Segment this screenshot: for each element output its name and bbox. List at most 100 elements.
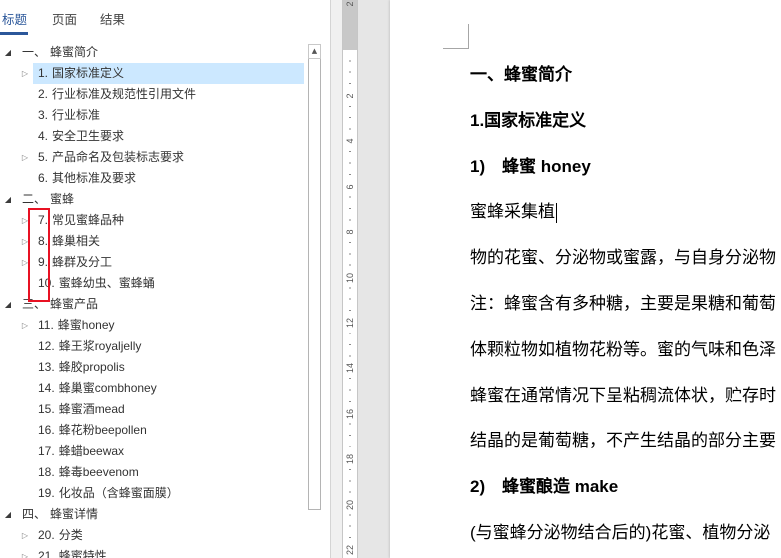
collapsed-triangle-icon[interactable]: ▷	[20, 315, 30, 336]
document-heading: 1.国家标准定义	[470, 98, 781, 144]
expanded-triangle-icon[interactable]: ◢	[3, 294, 13, 315]
ruler-number: 14	[345, 361, 355, 376]
pane-splitter[interactable]	[331, 0, 342, 558]
expanded-triangle-icon[interactable]: ◢	[3, 189, 13, 210]
heading-tree-item[interactable]: 6. 其他标准及要求	[0, 168, 304, 189]
document-page[interactable]: 一、蜂蜜简介 1.国家标准定义 1) 蜂蜜 honey 蜜蜂采集植 物的花蜜、分泌物或蜜露…	[390, 0, 781, 558]
tab-pages[interactable]: 页面	[52, 11, 77, 32]
ruler-ticks	[349, 50, 351, 558]
ruler-number: 6	[345, 179, 355, 194]
heading-tree-item[interactable]: ◢ 四、 蜂蜜详情	[0, 504, 304, 525]
ruler-number: 16	[345, 406, 355, 421]
heading-tree-item[interactable]: 14. 蜂巢蜜combhoney	[0, 378, 304, 399]
heading-item-label: 15. 蜂蜜酒mead	[38, 399, 125, 420]
collapsed-triangle-icon[interactable]: ▷	[20, 252, 30, 273]
ruler-number: 22	[345, 543, 355, 557]
heading-tree-item[interactable]: ◢ 一、 蜂蜜简介	[0, 42, 304, 63]
heading-tree-item[interactable]: ▷ 9. 蜂群及分工	[0, 252, 304, 273]
heading-item-number: 2.	[38, 87, 49, 101]
heading-tree-item[interactable]: 19. 化妆品（含蜂蜜面膜）	[0, 483, 304, 504]
heading-item-title: 化妆品（含蜂蜜面膜）	[58, 486, 179, 500]
vertical-ruler[interactable]: 2 2 4 6 8 10 12 14 16 18 20 22	[342, 0, 358, 558]
heading-tree-item[interactable]: ◢ 三、 蜂蜜产品	[0, 294, 304, 315]
margin-corner-mark	[468, 24, 469, 49]
document-paragraph-line: 物的花蜜、分泌物或蜜露，与自身分泌物	[470, 235, 781, 281]
heading-tree-item[interactable]: 17. 蜂蜡beewax	[0, 441, 304, 462]
navigation-pane: 标题 页面 结果 ◢ 一、 蜂蜜简介 ▷ 1. 国家标准定义 2. 行业标准及规范性引用文件 3…	[0, 0, 331, 558]
heading-tree-item[interactable]: 2. 行业标准及规范性引用文件	[0, 84, 304, 105]
collapsed-triangle-icon[interactable]: ▷	[20, 210, 30, 231]
expanded-triangle-icon[interactable]: ◢	[3, 42, 13, 63]
collapsed-triangle-icon[interactable]: ▷	[20, 525, 30, 546]
text-cursor	[556, 202, 557, 223]
collapsed-triangle-icon[interactable]: ▷	[20, 231, 30, 252]
heading-item-number: 8.	[38, 234, 49, 248]
heading-item-title: 产品命名及包装标志要求	[52, 150, 185, 164]
document-paragraph-line: 蜂蜜在通常情况下呈粘稠流体状，贮存时	[470, 373, 781, 419]
tab-headings[interactable]: 标题	[0, 11, 29, 35]
document-body[interactable]: 一、蜂蜜简介 1.国家标准定义 1) 蜂蜜 honey 蜜蜂采集植 物的花蜜、分泌物或蜜露…	[470, 52, 781, 556]
document-text: 蜂蜜 honey	[502, 156, 591, 176]
collapsed-triangle-icon[interactable]: ▷	[20, 147, 30, 168]
heading-item-label: 17. 蜂蜡beewax	[38, 441, 124, 462]
tab-results[interactable]: 结果	[100, 11, 125, 32]
heading-tree-item[interactable]: ▷ 21. 蜂蜜特性	[0, 546, 304, 558]
heading-tree-item[interactable]: 4. 安全卫生要求	[0, 126, 304, 147]
heading-tree: ◢ 一、 蜂蜜简介 ▷ 1. 国家标准定义 2. 行业标准及规范性引用文件 3. 行业标准 4. 安全…	[0, 42, 304, 558]
heading-item-label: 10. 蜜蜂幼虫、蜜蜂蛹	[38, 273, 155, 294]
margin-corner-mark	[443, 48, 468, 49]
heading-item-title: 蜂巢蜜combhoney	[58, 381, 157, 395]
heading-item-number: 6.	[38, 171, 49, 185]
heading-tree-item[interactable]: 15. 蜂蜜酒mead	[0, 399, 304, 420]
heading-tree-item[interactable]: ▷ 20. 分类	[0, 525, 304, 546]
document-text: (与蜜蜂分泌物结合后的)花蜜、植物分泌	[470, 522, 771, 542]
document-text: 蜂蜜在通常情况下呈粘稠流体状，贮存时	[470, 385, 776, 405]
heading-tree-item[interactable]: ▷ 11. 蜂蜜honey	[0, 315, 304, 336]
heading-item-number: 13.	[38, 360, 55, 374]
collapsed-triangle-icon[interactable]: ▷	[20, 546, 30, 558]
heading-tree-item[interactable]: ▷ 5. 产品命名及包装标志要求	[0, 147, 304, 168]
collapsed-triangle-icon[interactable]: ▷	[20, 63, 30, 84]
heading-item-number: 20.	[38, 528, 55, 542]
heading-tree-item[interactable]: 13. 蜂胶propolis	[0, 357, 304, 378]
heading-item-label: 6. 其他标准及要求	[38, 168, 136, 189]
heading-tree-item[interactable]: ▷ 1. 国家标准定义	[0, 63, 304, 84]
ruler-number: 4	[345, 134, 355, 149]
document-paragraph-line: 蜜蜂采集植	[470, 189, 781, 235]
document-text: 结晶的是葡萄糖，不产生结晶的部分主要	[470, 431, 776, 451]
heading-tree-item[interactable]: 16. 蜂花粉beepollen	[0, 420, 304, 441]
document-heading: 2) 蜂蜜酿造 make	[470, 464, 781, 510]
heading-list-number: 2)	[470, 477, 486, 497]
heading-item-title: 蜂群及分工	[52, 255, 113, 269]
heading-item-title: 国家标准定义	[52, 66, 125, 80]
heading-tree-item[interactable]: 3. 行业标准	[0, 105, 304, 126]
scrollbar-thumb[interactable]	[308, 59, 321, 510]
heading-tree-item[interactable]: 10. 蜜蜂幼虫、蜜蜂蛹	[0, 273, 304, 294]
heading-item-number: 19.	[38, 486, 55, 500]
heading-item-title: 蜂蜜简介	[50, 45, 99, 59]
heading-tree-item[interactable]: ◢ 二、 蜜蜂	[0, 189, 304, 210]
heading-item-number: 11.	[38, 318, 54, 332]
heading-item-label: 3. 行业标准	[38, 105, 100, 126]
word-window: 标题 页面 结果 ◢ 一、 蜂蜜简介 ▷ 1. 国家标准定义 2. 行业标准及规范性引用文件 3…	[0, 0, 781, 558]
scroll-up-arrow-icon[interactable]: ▲	[308, 44, 321, 59]
heading-item-title: 其他标准及要求	[52, 171, 137, 185]
navigation-scrollbar[interactable]: ▲	[308, 44, 321, 558]
ruler-number: 10	[345, 270, 355, 285]
expanded-triangle-icon[interactable]: ◢	[3, 504, 13, 525]
heading-item-label: 16. 蜂花粉beepollen	[38, 420, 147, 441]
document-heading: 1) 蜂蜜 honey	[470, 144, 781, 190]
heading-tree-item[interactable]: ▷ 7. 常见蜜蜂品种	[0, 210, 304, 231]
heading-item-label: 20. 分类	[38, 525, 83, 546]
heading-tree-item[interactable]: ▷ 8. 蜂巢相关	[0, 231, 304, 252]
heading-item-title: 安全卫生要求	[52, 129, 125, 143]
ruler-number: 20	[345, 497, 355, 512]
document-paragraph-line: 体颗粒物如植物花粉等。蜜的气味和色泽	[470, 327, 781, 373]
ruler-number: 18	[345, 452, 355, 467]
document-text: 蜂蜜酿造 make	[502, 477, 619, 497]
heading-item-label: 2. 行业标准及规范性引用文件	[38, 84, 196, 105]
heading-tree-item[interactable]: 12. 蜂王浆royaljelly	[0, 336, 304, 357]
heading-tree-item[interactable]: 18. 蜂毒beevenom	[0, 462, 304, 483]
heading-item-label: 14. 蜂巢蜜combhoney	[38, 378, 157, 399]
heading-item-title: 蜂蜡beewax	[58, 444, 125, 458]
